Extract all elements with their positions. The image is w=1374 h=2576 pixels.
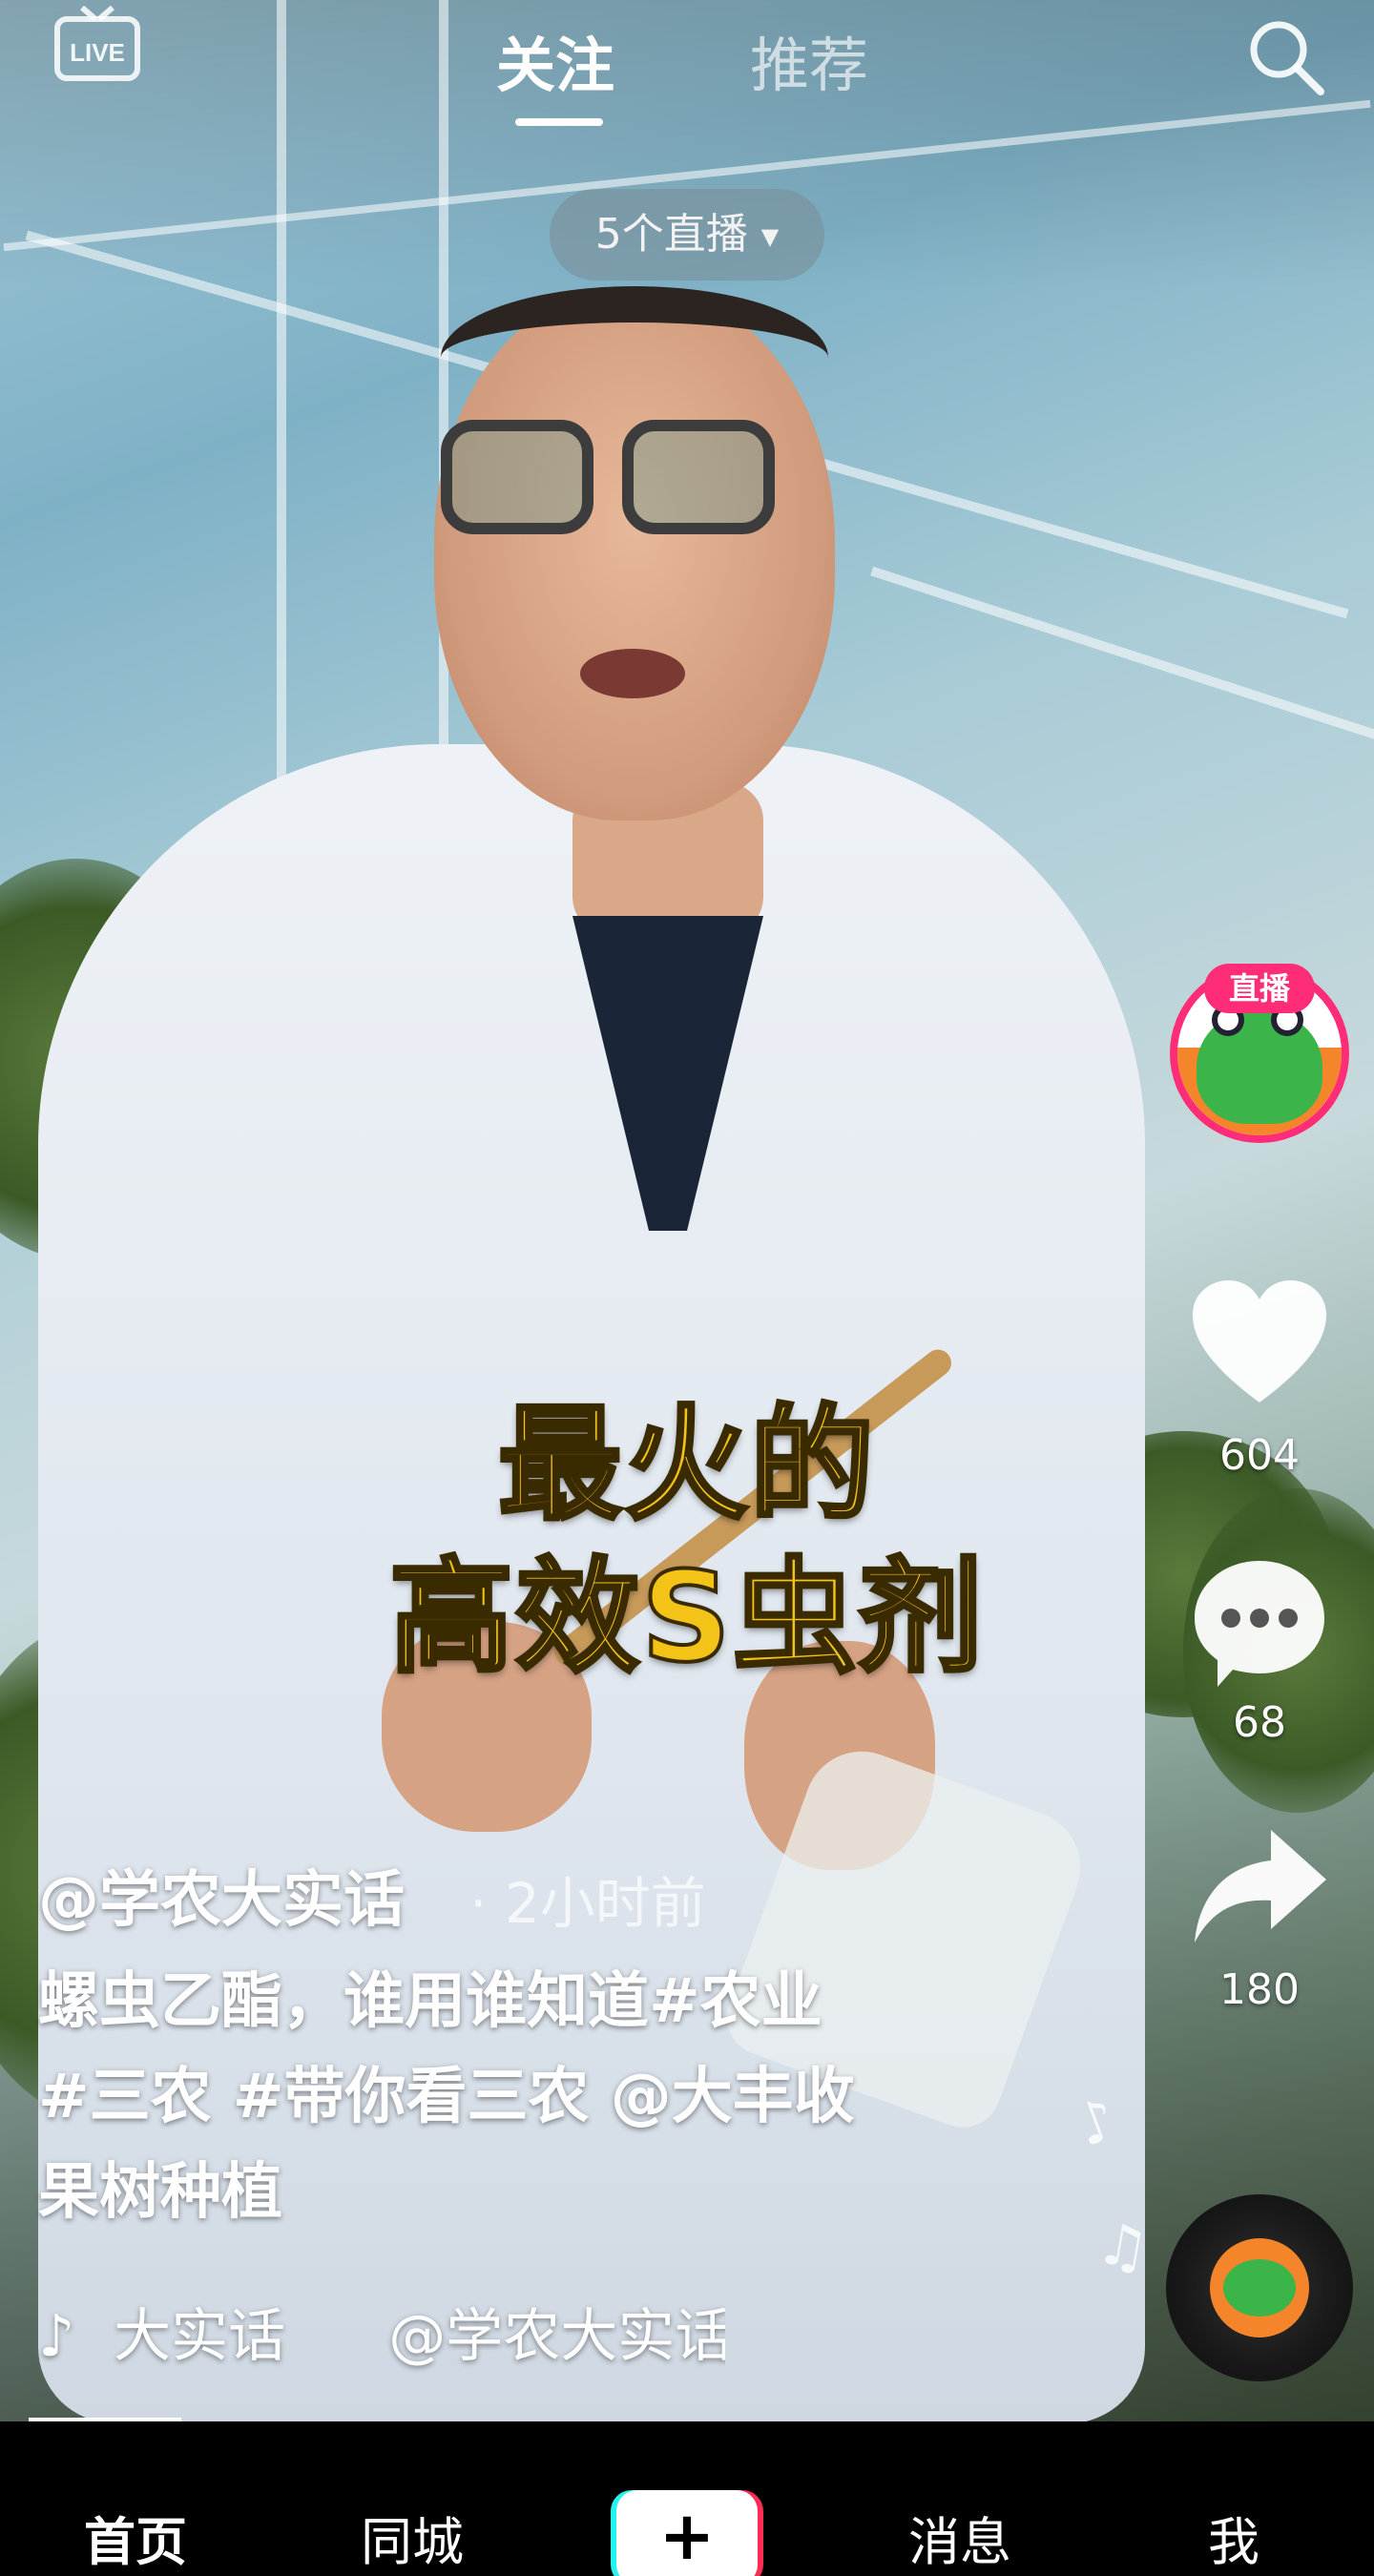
share-count: 180 (1219, 1965, 1300, 2014)
plus-icon: + (616, 2490, 758, 2576)
chevron-down-icon: ▼ (760, 223, 780, 250)
post-description-line[interactable]: 螺虫乙酯，谁用谁知道#农业 (38, 1954, 973, 2049)
comment-icon[interactable] (1189, 1555, 1330, 1689)
author-name[interactable]: @学农大实话 (38, 1851, 405, 1939)
tab-active-indicator (515, 118, 603, 126)
frog-mascot-icon (1223, 2259, 1296, 2316)
nav-messages[interactable]: 消息 (908, 2500, 1011, 2575)
frog-mascot-icon (1197, 1004, 1322, 1124)
music-info[interactable]: ♪ 大实话 @学农大实话 (38, 2290, 725, 2376)
bottom-nav: 首页 同城 + 消息 我 (0, 2421, 1374, 2576)
like-count: 604 (1219, 1431, 1300, 1480)
live-badge: 直播 (1204, 964, 1315, 1013)
mouth (580, 649, 685, 698)
live-count-pill[interactable]: 5个直播 ▼ (550, 189, 824, 280)
music-disc-cover (1210, 2238, 1309, 2337)
nav-home[interactable]: 首页 (84, 2500, 187, 2575)
live-tv-icon[interactable]: LIVE (53, 6, 141, 82)
create-button[interactable]: + (611, 2490, 763, 2576)
heart-icon[interactable] (1189, 1278, 1330, 1412)
comment-count: 68 (1233, 1698, 1286, 1747)
glasses-left (441, 420, 593, 534)
post-description-line[interactable]: #三农 #带你看三农 @大丰收 (38, 2049, 973, 2145)
search-icon[interactable] (1242, 13, 1328, 99)
live-count-label: 5个直播 (594, 210, 748, 259)
hair (441, 286, 828, 429)
music-note-icon: ♪ (38, 2303, 75, 2370)
glasses-right (622, 420, 775, 534)
live-icon-label: LIVE (70, 38, 125, 67)
post-time: · 2小时前 (469, 1871, 706, 1936)
tab-follow[interactable]: 关注 (496, 17, 614, 103)
top-bar: LIVE 关注 推荐 (0, 0, 1374, 143)
share-icon[interactable] (1189, 1822, 1330, 1956)
tab-recommend[interactable]: 推荐 (750, 17, 868, 103)
music-author: @学农大实话 (388, 2303, 725, 2370)
music-title: 大实话 (114, 2303, 286, 2370)
nav-me[interactable]: 我 (1208, 2500, 1260, 2575)
nav-nearby[interactable]: 同城 (361, 2500, 464, 2575)
video-caption-line2: 高效S虫剂 (387, 1543, 985, 1692)
greenhouse-frame (870, 566, 1374, 741)
post-description-line[interactable]: 果树种植 (38, 2145, 973, 2240)
